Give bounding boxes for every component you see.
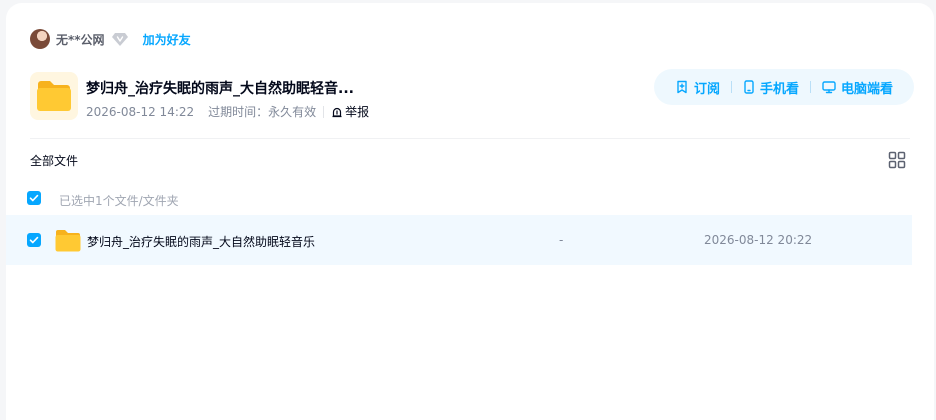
action-divider (730, 81, 732, 93)
action-bar: 订阅 手机看 电脑端看 (654, 69, 914, 105)
expire-label: 过期时间： (208, 105, 269, 119)
table-row[interactable]: 梦归舟_治疗失眠的雨声_大自然助眠轻音乐 - 2026-08-12 20:22 (6, 215, 912, 265)
selection-status: 已选中1个文件/文件夹 (59, 194, 179, 208)
report-label: 举报 (345, 105, 370, 119)
alarm-icon (332, 107, 342, 117)
subscribe-label: 订阅 (693, 81, 720, 97)
header-divider (30, 138, 910, 139)
row-checkbox[interactable] (27, 233, 41, 247)
add-friend-link[interactable]: 加为好友 (143, 31, 191, 48)
desktop-view-label: 电脑端看 (841, 81, 894, 97)
share-folder-thumbnail (30, 72, 78, 120)
share-created-time: 2026-08-12 14:22 (86, 104, 195, 119)
sharer-name[interactable]: 无**公网 (56, 31, 105, 48)
bookmark-plus-icon (677, 80, 687, 94)
share-card: 无**公网 加为好友 梦归舟_治疗失眠的雨声_大自然助眠轻音... 2026-0… (6, 3, 934, 420)
expire-value: 永久有效 (268, 105, 317, 119)
subscribe-button[interactable]: 订阅 (675, 78, 720, 97)
grid-view-icon[interactable] (888, 151, 906, 169)
mobile-view-button[interactable]: 手机看 (743, 78, 799, 97)
file-size: - (559, 233, 564, 247)
action-divider (810, 81, 811, 93)
desktop-view-button[interactable]: 电脑端看 (822, 78, 893, 97)
check-icon (29, 194, 39, 202)
report-button[interactable]: 举报 (331, 103, 369, 120)
select-all-checkbox[interactable] (27, 191, 41, 205)
file-modified-time: 2026-08-12 20:22 (704, 233, 813, 247)
meta-divider (323, 105, 325, 118)
share-meta: 2026-08-12 14:22 过期时间： 永久有效 举报 (86, 103, 369, 120)
sharer-info: 无**公网 加为好友 (30, 29, 191, 49)
avatar[interactable] (30, 29, 50, 49)
vip-diamond-icon (111, 33, 128, 46)
folder-icon (55, 230, 81, 252)
check-icon (29, 236, 39, 244)
file-name[interactable]: 梦归舟_治疗失眠的雨声_大自然助眠轻音乐 (87, 233, 315, 250)
folder-icon (37, 81, 71, 111)
mobile-view-label: 手机看 (759, 81, 799, 97)
breadcrumb[interactable]: 全部文件 (30, 152, 78, 169)
monitor-icon (822, 81, 836, 94)
share-title: 梦归舟_治疗失眠的雨声_大自然助眠轻音... (86, 81, 354, 97)
phone-icon (744, 80, 754, 94)
